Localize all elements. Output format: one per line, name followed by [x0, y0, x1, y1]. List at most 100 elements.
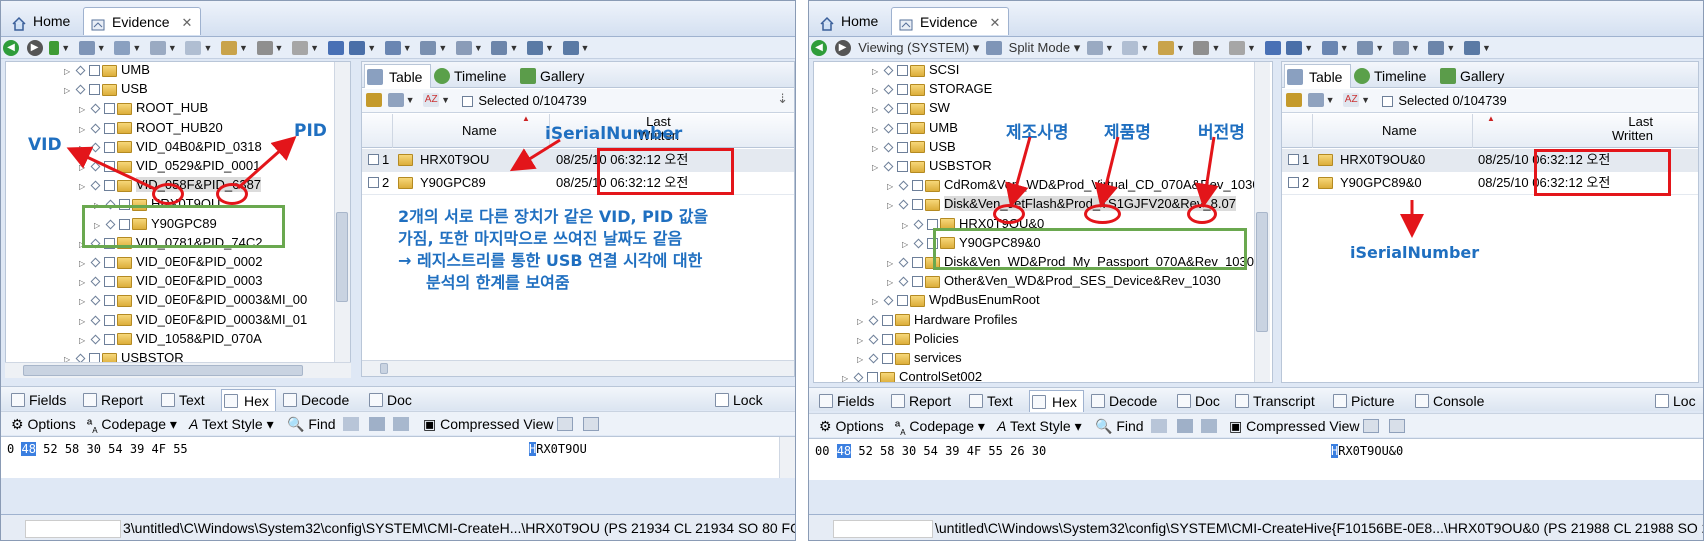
expand-arrow-icon[interactable]: ▷ — [842, 369, 852, 382]
expand-arrow-icon[interactable]: ▷ — [872, 158, 882, 178]
sort-icon[interactable]: AZ — [423, 93, 440, 107]
tab-table[interactable]: Table — [364, 64, 432, 88]
tab-evidence[interactable]: Evidence ✕ — [891, 7, 1010, 35]
column-name[interactable]: Name — [462, 123, 497, 138]
column-name[interactable]: Name — [1382, 123, 1417, 138]
hex-scrollbar[interactable] — [779, 437, 795, 478]
options-button[interactable]: ⚙ Options — [819, 414, 884, 438]
tree-node[interactable]: ▷ CdRom&Ven_WD&Prod_Virtual_CD_070A&Rev_1… — [887, 175, 1260, 195]
options-button[interactable]: ⚙ Options — [11, 412, 76, 436]
row-checkbox[interactable] — [1288, 154, 1299, 165]
tab-doc[interactable]: Doc — [367, 389, 412, 411]
eraser-icon[interactable] — [292, 41, 309, 55]
tree-node[interactable]: ▷ USBSTOR — [872, 156, 992, 176]
tab-picture[interactable]: Picture — [1331, 390, 1395, 412]
tab-table[interactable]: Table — [1284, 64, 1352, 88]
row-checkbox[interactable] — [368, 177, 379, 188]
tab-fields[interactable]: Fields — [9, 389, 66, 411]
forward-icon[interactable]: ▶ — [834, 40, 851, 56]
node-checkbox[interactable] — [897, 103, 908, 115]
tab-console[interactable]: Console — [1413, 390, 1484, 412]
copy-icon[interactable] — [343, 417, 359, 431]
eraser-icon[interactable] — [1229, 41, 1246, 55]
table-horizontal-scrollbar[interactable] — [362, 360, 794, 376]
tab-decode[interactable]: Decode — [1089, 390, 1157, 412]
page-icon[interactable] — [557, 417, 573, 431]
tab-text[interactable]: Text — [967, 390, 1013, 412]
info-icon[interactable] — [1286, 41, 1303, 55]
tab-gallery[interactable]: Gallery — [518, 64, 584, 88]
tab-transcript[interactable]: Transcript — [1233, 390, 1315, 412]
node-checkbox[interactable] — [104, 161, 115, 173]
node-checkbox[interactable] — [104, 122, 115, 134]
tree-node[interactable]: ▷ ROOT_HUB20 — [79, 118, 223, 138]
expand-arrow-icon[interactable]: ▷ — [887, 196, 897, 216]
node-checkbox[interactable] — [104, 333, 115, 345]
expand-arrow-icon[interactable]: ▷ — [64, 81, 74, 101]
node-checkbox[interactable] — [104, 141, 115, 153]
node-checkbox[interactable] — [89, 65, 100, 77]
tab-report[interactable]: Report — [889, 390, 951, 412]
bookmark-icon[interactable] — [1157, 41, 1174, 55]
tree-node[interactable]: ▷ SW — [872, 98, 950, 118]
forward-icon[interactable]: ▶ — [26, 40, 43, 56]
tree-node[interactable]: ▷ VID_0E0F&PID_0002 — [79, 252, 262, 272]
tree-node[interactable]: ▷ Hardware Profiles — [857, 310, 1017, 330]
sort-down-icon[interactable]: ⇣ — [777, 91, 788, 107]
text-style-button[interactable]: A Text Style ▾ — [189, 412, 274, 436]
node-checkbox[interactable] — [897, 84, 908, 96]
script-icon[interactable] — [420, 41, 437, 55]
tree-node[interactable]: ▷ SCSI — [872, 62, 959, 80]
report-icon[interactable] — [491, 41, 508, 55]
node-checkbox[interactable] — [912, 276, 923, 288]
node-checkbox[interactable] — [104, 276, 115, 288]
tab-text[interactable]: Text — [159, 389, 205, 411]
tab-report[interactable]: Report — [81, 389, 143, 411]
tree-vertical-scrollbar[interactable] — [1254, 62, 1270, 382]
node-checkbox[interactable] — [912, 257, 923, 269]
tab-gallery[interactable]: Gallery — [1438, 64, 1504, 88]
tree-node[interactable]: ▷ services — [857, 348, 962, 368]
page-icon-2[interactable] — [583, 417, 599, 431]
hex-view[interactable]: 00 48 52 58 30 54 39 4F 55 26 30 HRX0T9O… — [809, 438, 1703, 480]
tree-node[interactable]: ▷ USB — [64, 79, 148, 99]
tools-icon[interactable] — [1193, 41, 1210, 55]
tools-icon[interactable] — [256, 41, 273, 55]
tree-icon[interactable] — [384, 41, 401, 55]
tree-node[interactable]: ▷ VID_0E0F&PID_0003&MI_00 — [79, 290, 307, 310]
tab-fields[interactable]: Fields — [817, 390, 874, 412]
tab-doc[interactable]: Doc — [1175, 390, 1220, 412]
tree-node[interactable]: ▷ WpdBusEnumRoot — [872, 290, 1040, 310]
back-icon[interactable]: ◀ — [811, 40, 827, 56]
columns-icon[interactable] — [1307, 93, 1324, 107]
checkbox[interactable] — [715, 393, 729, 407]
lock-checkbox[interactable]: Loc — [1653, 390, 1696, 412]
select-all-checkbox[interactable] — [1381, 96, 1393, 108]
select-all-checkbox[interactable] — [461, 96, 473, 108]
node-checkbox[interactable] — [104, 180, 115, 192]
expand-arrow-icon[interactable]: ▷ — [79, 177, 89, 197]
tag-icon[interactable] — [1122, 41, 1139, 55]
view-icon[interactable] — [78, 41, 95, 55]
viewing-dropdown[interactable]: Viewing (SYSTEM) ▾ — [858, 38, 979, 58]
report-icon[interactable] — [1428, 41, 1445, 55]
tree-vertical-scrollbar[interactable] — [334, 62, 350, 362]
split-mode-dropdown[interactable]: Split Mode ▾ — [1009, 38, 1081, 58]
node-checkbox[interactable] — [89, 84, 100, 96]
bookmark-icon[interactable] — [220, 41, 237, 55]
find-button[interactable]: 🔍 Find — [1095, 414, 1144, 438]
more-icon[interactable] — [562, 41, 579, 55]
close-icon[interactable]: ✕ — [181, 9, 192, 37]
columns-icon[interactable] — [387, 93, 404, 107]
copy-icon[interactable] — [1151, 419, 1167, 433]
row-checkbox[interactable] — [1288, 177, 1299, 188]
tree-node[interactable]: ▷ ROOT_HUB — [79, 98, 208, 118]
node-checkbox[interactable] — [897, 295, 908, 307]
filter-icon[interactable] — [1086, 41, 1103, 55]
text-style-button[interactable]: A Text Style ▾ — [997, 414, 1082, 438]
tree-node[interactable]: ▷ VID_0E0F&PID_0003 — [79, 271, 262, 291]
paste-icon[interactable] — [1201, 419, 1217, 433]
tree-node[interactable]: ▷ Other&Ven_WD&Prod_SES_Device&Rev_1030 — [887, 271, 1221, 291]
hex-selected-byte[interactable]: 48 — [21, 442, 36, 456]
tree-node[interactable]: ▷ USB — [872, 137, 956, 157]
